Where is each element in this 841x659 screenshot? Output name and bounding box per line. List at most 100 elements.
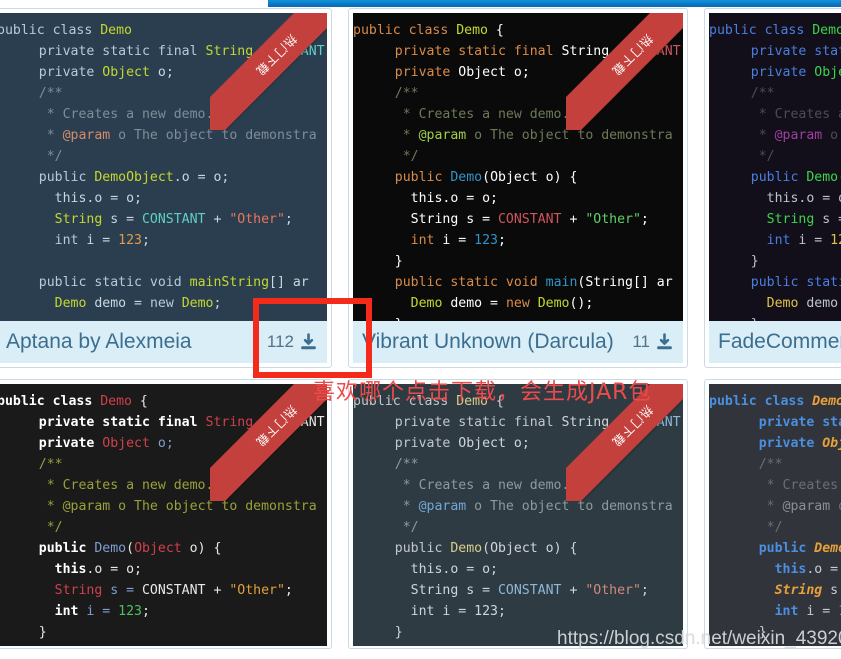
code-token: Object — [126, 170, 174, 185]
theme-card-bottom-middle[interactable]: public class Demo { private static final… — [348, 379, 688, 649]
code-token: Object — [822, 436, 841, 451]
code-token: this — [410, 191, 443, 206]
code-token: private — [394, 65, 459, 80]
code-token: "Other" — [229, 583, 285, 598]
theme-title: FadeCommer — [718, 330, 841, 353]
theme-card-bottom-right[interactable]: public class Demo { private static final… — [704, 379, 841, 649]
code-token: String — [774, 583, 823, 598]
download-icon[interactable] — [299, 332, 318, 352]
code-token: Demo — [456, 23, 488, 38]
code-token: + — [205, 212, 230, 227]
code-token: public — [38, 541, 95, 556]
code-token: } — [758, 625, 767, 640]
code-token: public — [38, 170, 95, 185]
code-token: o The object to demonstra — [110, 128, 317, 143]
code-token: public — [394, 541, 451, 556]
code-token: main — [189, 275, 222, 290]
code-token: o The object to demonstra — [466, 499, 673, 514]
card-row-2: public class Demo { private static final… — [0, 379, 841, 649]
download-icon[interactable] — [655, 332, 674, 352]
theme-card-vibrant-unknown-darcula[interactable]: public class Demo { private static final… — [348, 8, 688, 368]
code-token: Demo — [450, 170, 483, 185]
code-preview: public class Demo { private static final… — [353, 13, 683, 321]
code-token: ; — [640, 212, 649, 227]
download-button[interactable]: 11 — [632, 332, 674, 352]
code-token: s = — [458, 212, 498, 227]
code-token: int — [774, 604, 799, 619]
code-token: ; — [498, 604, 506, 619]
code-token: String — [585, 275, 633, 290]
code-token: ; — [213, 296, 222, 311]
code-token: Demo — [54, 296, 87, 311]
code-token: ( — [482, 541, 491, 556]
code-token: public static void — [750, 275, 841, 290]
code-token: ; — [640, 583, 649, 598]
theme-card-fadecommer[interactable]: public class Demo { private static final… — [704, 8, 841, 368]
code-token: * Creates a new demo. — [38, 107, 214, 122]
code-token: demo = — [806, 296, 839, 311]
code-token: * Creates a new demo. — [394, 107, 570, 122]
code-token: o; — [149, 65, 174, 80]
code-token: Demo — [94, 541, 127, 556]
code-token: Demo — [806, 170, 839, 185]
code-token: 123 — [474, 233, 498, 248]
code-token: String — [205, 415, 254, 430]
code-preview: public class Demo { private static final… — [353, 384, 683, 646]
code-token: ; — [284, 212, 293, 227]
code-token: "Other" — [585, 583, 641, 598]
code-token: private static final — [394, 415, 562, 430]
download-button[interactable]: 112 — [267, 332, 318, 352]
theme-card-grid: public class Demo private static final S… — [0, 8, 841, 649]
code-token: /** — [38, 457, 63, 472]
code-token: Demo — [100, 394, 132, 409]
code-token: private — [38, 65, 103, 80]
code-token: i = — [78, 604, 119, 619]
code-token: } — [394, 254, 403, 269]
code-token: private — [750, 65, 815, 80]
code-token: s = — [830, 583, 839, 598]
theme-title: Vibrant Unknown (Darcula) — [362, 330, 614, 353]
code-token: { — [131, 394, 148, 409]
code-token: ; — [142, 604, 150, 619]
code-token: int — [766, 233, 791, 248]
code-token: new — [149, 296, 182, 311]
code-token: @param — [418, 128, 467, 143]
code-token: */ — [758, 520, 783, 535]
theme-card-bottom-left[interactable]: public class Demo { private static final… — [0, 379, 332, 649]
code-token: demo = — [86, 296, 150, 311]
code-token: this — [54, 191, 87, 206]
code-token: .o = o; — [806, 562, 839, 577]
code-token: * — [394, 128, 419, 143]
code-token: Object — [102, 436, 150, 451]
code-token: CONSTANT — [141, 583, 206, 598]
code-token: "Other" — [585, 212, 641, 227]
code-token: i = — [434, 233, 475, 248]
code-token: public — [709, 394, 765, 409]
code-token: /** — [758, 457, 783, 472]
code-token: Object — [814, 65, 841, 80]
code-token: Object — [458, 436, 506, 451]
code-token: [] ar — [632, 275, 673, 290]
code-token: Demo — [100, 23, 132, 38]
code-preview: public class Demo { private static final… — [709, 13, 841, 321]
code-token: ; — [142, 233, 150, 248]
code-token: CONSTANT — [253, 44, 325, 59]
code-token: ( — [126, 541, 135, 556]
code-token: this — [410, 562, 443, 577]
code-token: o; — [505, 436, 530, 451]
code-token: */ — [38, 520, 63, 535]
code-token: main — [545, 275, 578, 290]
theme-card-aptana-by-alexmeia[interactable]: public class Demo private static final S… — [0, 8, 332, 368]
code-token: */ — [394, 149, 419, 164]
code-token: /** — [394, 457, 419, 472]
card-row-1: public class Demo private static final S… — [0, 8, 841, 368]
code-token: public — [758, 541, 815, 556]
code-token: String — [410, 212, 459, 227]
download-count: 112 — [266, 332, 294, 351]
code-token: /** — [394, 86, 419, 101]
code-token: .o = o; — [173, 170, 230, 185]
code-token: private static final — [394, 44, 562, 59]
code-token: + — [561, 212, 586, 227]
code-token: o; — [505, 65, 530, 80]
code-token: this — [774, 562, 807, 577]
